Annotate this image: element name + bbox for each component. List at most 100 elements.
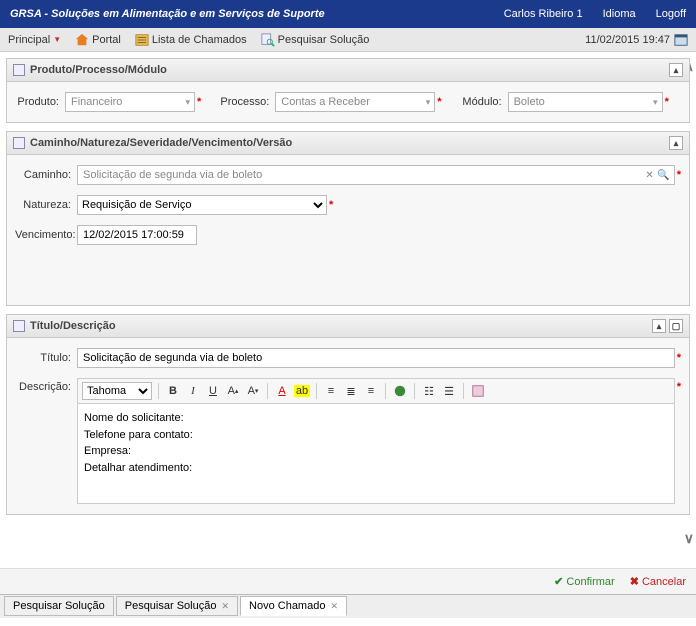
unordered-list-button[interactable]: ☰ [441, 383, 457, 399]
menu-lista-chamados[interactable]: Lista de Chamados [135, 33, 247, 47]
value-processo: Contas a Receber [281, 96, 370, 108]
panel-caminho-header[interactable]: Caminho/Natureza/Severidade/Vencimento/V… [7, 132, 689, 155]
font-color-button[interactable]: A [274, 383, 290, 399]
panel-produto-body: Produto: Financeiro * Processo: Contas a… [7, 82, 689, 122]
confirm-label: Confirmar [566, 576, 614, 588]
datetime-display: 11/02/2015 19:47 [585, 33, 688, 47]
app-header: GRSA - Soluções em Alimentação e em Serv… [0, 0, 696, 28]
align-right-button[interactable]: ≡ [363, 383, 379, 399]
search-icon[interactable]: 🔍 [657, 170, 669, 181]
menu-pesquisar-label: Pesquisar Solução [278, 34, 370, 46]
dropdown-produto[interactable]: Financeiro [65, 92, 195, 112]
editor-line: Empresa: [84, 443, 668, 460]
required-star: * [437, 96, 441, 108]
required-star: * [677, 381, 681, 393]
header-right: Carlos Ribeiro 1 Idioma Logoff [504, 8, 686, 20]
language-link[interactable]: Idioma [603, 8, 636, 20]
bold-button[interactable]: B [165, 383, 181, 399]
cancel-button[interactable]: Cancelar [630, 576, 686, 588]
label-caminho: Caminho: [15, 169, 71, 181]
close-icon[interactable]: ✕ [330, 601, 338, 611]
required-star: * [677, 352, 681, 364]
panel-titulo-header[interactable]: Título/Descrição ▴ ▢ [7, 315, 689, 338]
tabs-strip: Pesquisar Solução Pesquisar Solução ✕ Nov… [0, 594, 696, 618]
panel-titulo-body: Título: * Descrição: Tahoma B I U A▴ A▾ [7, 338, 689, 514]
required-star: * [677, 169, 681, 181]
editor-line: Nome do solicitante: [84, 410, 668, 427]
font-select[interactable]: Tahoma [82, 382, 152, 400]
close-icon[interactable]: ✕ [221, 601, 229, 611]
label-produto: Produto: [15, 96, 59, 108]
panel-titulo-title: Título/Descrição [30, 320, 116, 332]
editor-line: Detalhar atendimento: [84, 460, 668, 477]
value-produto: Financeiro [71, 96, 122, 108]
dropdown-processo[interactable]: Contas a Receber [275, 92, 435, 112]
label-vencimento: Vencimento: [15, 229, 71, 241]
panel-caminho: Caminho/Natureza/Severidade/Vencimento/V… [6, 131, 690, 306]
tab-label: Novo Chamado [249, 600, 325, 612]
menu-portal[interactable]: Portal [75, 33, 121, 47]
panel-produto-header[interactable]: Produto/Processo/Módulo ▴ [7, 59, 689, 82]
confirm-button[interactable]: Confirmar [554, 576, 615, 588]
link-button[interactable] [392, 383, 408, 399]
ordered-list-button[interactable]: ☷ [421, 383, 437, 399]
label-natureza: Natureza: [15, 199, 71, 211]
tab-novo-chamado[interactable]: Novo Chamado ✕ [240, 596, 347, 616]
search-doc-icon [261, 33, 275, 47]
editor-line: Telefone para contato: [84, 427, 668, 444]
select-natureza[interactable]: Requisição de Serviço [77, 195, 327, 215]
align-center-button[interactable]: ≣ [343, 383, 359, 399]
menu-principal[interactable]: Principal ▼ [8, 34, 61, 46]
value-modulo: Boleto [514, 96, 545, 108]
source-button[interactable] [470, 383, 486, 399]
chevron-down-icon: ▼ [53, 35, 61, 44]
label-processo: Processo: [219, 96, 269, 108]
underline-button[interactable]: U [205, 383, 221, 399]
cancel-label: Cancelar [642, 576, 686, 588]
logoff-link[interactable]: Logoff [656, 8, 686, 20]
dropdown-modulo[interactable]: Boleto [508, 92, 663, 112]
calendar-icon[interactable] [674, 33, 688, 47]
label-modulo: Módulo: [460, 96, 502, 108]
tab-pesquisar-2[interactable]: Pesquisar Solução ✕ [116, 596, 238, 616]
font-shrink-button[interactable]: A▾ [245, 383, 261, 399]
collapse-button[interactable]: ▴ [669, 63, 683, 77]
bottom-actions: Confirmar Cancelar [0, 568, 696, 594]
app-title: GRSA - Soluções em Alimentação e em Serv… [10, 8, 325, 20]
required-star: * [197, 96, 201, 108]
datetime-text: 11/02/2015 19:47 [585, 34, 670, 46]
input-titulo[interactable] [77, 348, 675, 368]
required-star: * [665, 96, 669, 108]
editor-body[interactable]: Nome do solicitante: Telefone para conta… [77, 404, 675, 504]
tab-pesquisar-1[interactable]: Pesquisar Solução [4, 596, 114, 616]
menu-pesquisar-solucao[interactable]: Pesquisar Solução [261, 33, 370, 47]
italic-button[interactable]: I [185, 383, 201, 399]
panel-produto: Produto/Processo/Módulo ▴ Produto: Finan… [6, 58, 690, 123]
tab-label: Pesquisar Solução [125, 600, 217, 612]
highlight-button[interactable]: ab [294, 383, 310, 399]
menu-lista-label: Lista de Chamados [152, 34, 247, 46]
panel-caminho-title: Caminho/Natureza/Severidade/Vencimento/V… [30, 137, 292, 149]
tab-label: Pesquisar Solução [13, 600, 105, 612]
collapse-button[interactable]: ▴ [669, 136, 683, 150]
user-name[interactable]: Carlos Ribeiro 1 [504, 8, 583, 20]
panel-produto-title: Produto/Processo/Módulo [30, 64, 167, 76]
menu-principal-label: Principal [8, 34, 50, 46]
clear-icon[interactable]: ✕ [645, 170, 653, 181]
align-left-button[interactable]: ≡ [323, 383, 339, 399]
panel-icon [13, 320, 25, 332]
required-star: * [329, 199, 333, 211]
panel-icon [13, 137, 25, 149]
value-caminho: Solicitação de segunda via de boleto [83, 169, 262, 181]
maximize-button[interactable]: ▢ [669, 319, 683, 333]
menu-portal-label: Portal [92, 34, 121, 46]
input-caminho[interactable]: Solicitação de segunda via de boleto ✕ 🔍 [77, 165, 675, 185]
font-grow-button[interactable]: A▴ [225, 383, 241, 399]
form-content: Produto/Processo/Módulo ▴ Produto: Finan… [0, 52, 696, 568]
panel-icon [13, 64, 25, 76]
editor-toolbar: Tahoma B I U A▴ A▾ A ab ≡ ≣ ≡ [77, 378, 675, 404]
input-vencimento[interactable] [77, 225, 197, 245]
panel-titulo: Título/Descrição ▴ ▢ Título: * Descrição… [6, 314, 690, 515]
collapse-button[interactable]: ▴ [652, 319, 666, 333]
label-descricao: Descrição: [15, 378, 71, 393]
